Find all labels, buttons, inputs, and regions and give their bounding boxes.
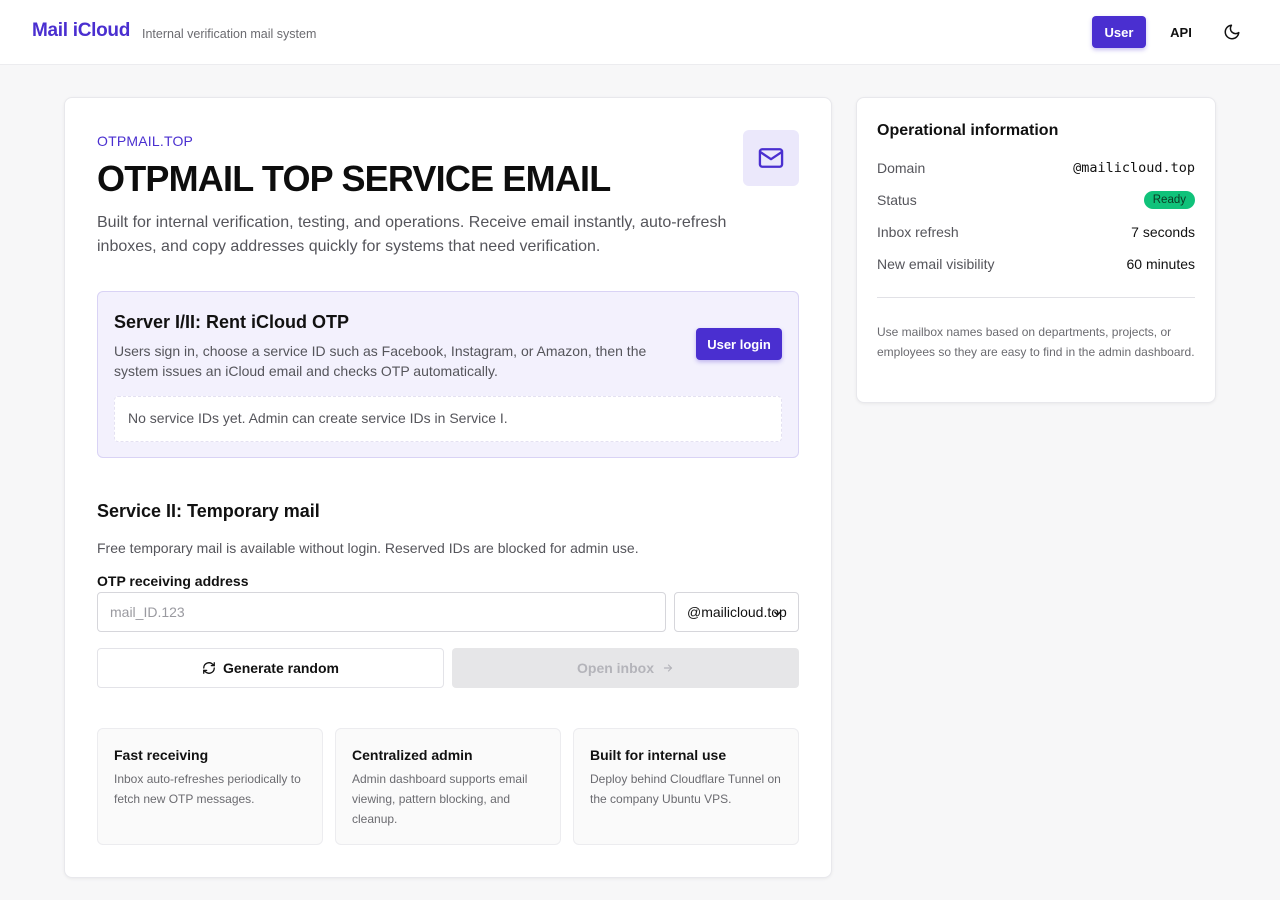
operational-info-title: Operational information xyxy=(877,122,1059,139)
arrow-right-icon xyxy=(663,664,673,672)
temp-mail-title: Service II: Temporary mail xyxy=(97,501,320,521)
info-key: New email visibility xyxy=(877,256,995,272)
main-card: OTPMAIL.TOP OTPMAIL TOP SERVICE EMAIL Bu… xyxy=(64,97,832,878)
theme-toggle-button[interactable] xyxy=(1218,18,1246,46)
feature-card-centralized-admin: Centralized admin Admin dashboard suppor… xyxy=(335,728,561,845)
feature-description: Deploy behind Cloudflare Tunnel on the c… xyxy=(590,772,781,806)
user-login-button[interactable]: User login xyxy=(696,328,782,360)
user-button[interactable]: User xyxy=(1092,16,1146,48)
domain-select[interactable]: @mailicloud.top xyxy=(674,592,799,632)
info-row-status: Status Ready xyxy=(877,190,1195,210)
domain-select-value: @mailicloud.top xyxy=(687,604,787,620)
info-key: Inbox refresh xyxy=(877,224,959,240)
feature-card-internal-use: Built for internal use Deploy behind Clo… xyxy=(573,728,799,845)
server-description: Users sign in, choose a service ID such … xyxy=(114,343,647,379)
info-key: Status xyxy=(877,192,917,208)
operational-info-card: Operational information Domain @mailiclo… xyxy=(856,97,1216,403)
api-button[interactable]: API xyxy=(1164,16,1198,48)
temp-mail-description: Free temporary mail is available without… xyxy=(97,540,639,556)
info-row-inbox-refresh: Inbox refresh 7 seconds xyxy=(877,222,1195,242)
info-row-domain: Domain @mailicloud.top xyxy=(877,158,1195,178)
open-inbox-label: Open inbox xyxy=(577,660,654,676)
divider xyxy=(877,297,1195,298)
feature-title: Fast receiving xyxy=(114,747,209,763)
refresh-icon xyxy=(203,662,215,674)
server-rent-panel: Server I/II: Rent iCloud OTP Users sign … xyxy=(97,291,799,458)
mail-icon xyxy=(758,148,784,168)
info-value-domain: @mailicloud.top xyxy=(1073,160,1195,176)
open-inbox-button[interactable]: Open inbox xyxy=(452,648,799,688)
hero-eyebrow: OTPMAIL.TOP xyxy=(97,133,194,149)
info-value-email-visibility: 60 minutes xyxy=(1126,256,1195,272)
page-title: OTPMAIL TOP SERVICE EMAIL xyxy=(97,158,611,199)
operational-note: Use mailbox names based on departments, … xyxy=(877,325,1195,359)
service-ids-empty-state: No service IDs yet. Admin can create ser… xyxy=(114,396,782,442)
info-row-email-visibility: New email visibility 60 minutes xyxy=(877,254,1195,274)
info-key: Domain xyxy=(877,160,926,176)
feature-description: Admin dashboard supports email viewing, … xyxy=(352,772,528,826)
feature-description: Inbox auto-refreshes periodically to fet… xyxy=(114,772,301,806)
chevron-down-icon xyxy=(774,611,781,616)
info-value-inbox-refresh: 7 seconds xyxy=(1131,224,1195,240)
brand-tagline: Internal verification mail system xyxy=(142,27,317,41)
mail-id-input[interactable] xyxy=(97,592,666,632)
generate-random-button[interactable]: Generate random xyxy=(97,648,444,688)
mail-badge xyxy=(743,130,799,186)
status-badge: Ready xyxy=(1143,191,1195,209)
generate-random-label: Generate random xyxy=(223,660,339,676)
top-bar: Mail iCloud Internal verification mail s… xyxy=(0,0,1280,65)
feature-card-fast-receiving: Fast receiving Inbox auto-refreshes peri… xyxy=(97,728,323,845)
brand-logo[interactable]: Mail iCloud xyxy=(32,20,130,42)
feature-title: Built for internal use xyxy=(590,747,727,763)
moon-icon xyxy=(1224,24,1240,40)
feature-title: Centralized admin xyxy=(352,747,473,763)
hero-description: Built for internal verification, testing… xyxy=(97,214,727,255)
server-title: Server I/II: Rent iCloud OTP xyxy=(114,312,350,332)
otp-address-label: OTP receiving address xyxy=(97,573,249,589)
